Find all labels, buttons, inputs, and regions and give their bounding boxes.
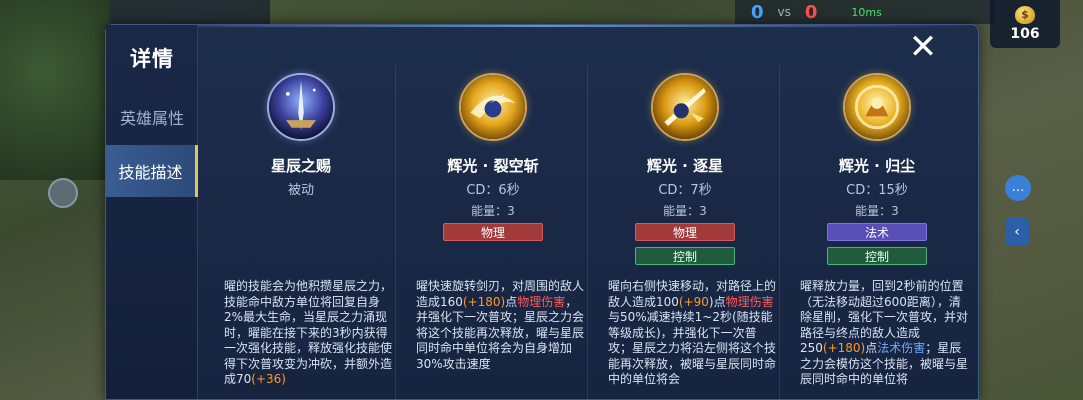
skill-description: 曜向右侧快速移动，对路径上的敌人造成100(+90)点物理伤害与50%减速持续1… xyxy=(608,279,776,388)
skill-name: 辉光 · 归尘 xyxy=(838,157,916,175)
desc-text: )点 xyxy=(708,294,726,309)
tag-physical: 物理 xyxy=(635,223,735,241)
ping-indicator: 10ms xyxy=(851,5,882,19)
skill-energy: 能量：3 xyxy=(663,204,707,218)
score-bar: 0 vs 0 10ms xyxy=(735,0,995,24)
skill-subtitle: 被动 xyxy=(287,183,314,198)
skill-cooldown: CD：15秒 xyxy=(846,183,908,198)
desc-bonus-value: (+180) xyxy=(462,294,506,309)
desc-text: 点 xyxy=(865,341,878,355)
skill-3-icon[interactable] xyxy=(843,73,911,141)
panel-title: 详情 xyxy=(130,47,174,71)
shield-icon[interactable] xyxy=(48,178,78,208)
desc-damage-type: 物理伤害 xyxy=(725,294,774,309)
skill-2-icon[interactable] xyxy=(651,73,719,141)
gold-counter[interactable]: $ 106 xyxy=(990,0,1060,48)
skill-name: 辉光 · 逐星 xyxy=(646,157,724,175)
skill-card-passive: 星辰之赐 被动 曜的技能会为他积攒星辰之力，技能命中敌方单位将回复自身2%最大生… xyxy=(206,65,396,400)
gold-bag-icon: $ xyxy=(1015,6,1035,24)
skill-list: 星辰之赐 被动 曜的技能会为他积攒星辰之力，技能命中敌方单位将回复自身2%最大生… xyxy=(206,65,976,400)
skill-description: 曜快速旋转剑刃，对周围的敌人造成160(+180)点物理伤害，并强化下一次普攻；… xyxy=(416,279,584,372)
skill-1-icon[interactable] xyxy=(459,73,527,141)
score-red: 0 xyxy=(804,1,818,23)
hero-detail-panel: 详情 英雄属性 技能描述 ✕ 星辰之赐 被动 曜的技能会为他积攒星辰之力，技能命… xyxy=(105,24,979,400)
score-blue: 0 xyxy=(751,1,764,23)
tag-control: 控制 xyxy=(635,247,735,265)
skill-energy: 能量：3 xyxy=(855,204,899,218)
skill-name: 辉光 · 裂空斩 xyxy=(447,157,539,175)
desc-text: 曜的技能会为他积攒星辰之力，技能命中敌方单位将回复自身2%最大生命，当星辰之力涌… xyxy=(224,279,393,386)
tag-physical: 物理 xyxy=(443,223,543,241)
detail-sidebar: 详情 英雄属性 技能描述 xyxy=(106,25,198,399)
tab-skill-description[interactable]: 技能描述 xyxy=(106,145,198,197)
skill-name: 星辰之赐 xyxy=(270,157,331,175)
desc-bonus-value: (+90 xyxy=(678,294,709,309)
skill-card-1: 辉光 · 裂空斩 CD：6秒 能量：3 物理 曜快速旋转剑刃，对周围的敌人造成1… xyxy=(398,65,588,400)
tab-hero-attributes[interactable]: 英雄属性 xyxy=(106,91,198,143)
desc-bonus-value: (+180) xyxy=(822,341,866,355)
minimap[interactable] xyxy=(0,0,110,180)
chat-icon[interactable]: … xyxy=(1005,175,1031,201)
desc-text: 与50%减速持续1~2秒(随技能等级成长)，并强化下一次普攻；星辰之力将沿左侧将… xyxy=(608,310,777,386)
tag-control: 控制 xyxy=(827,247,927,265)
desc-bonus-value: (+36) xyxy=(251,372,286,386)
score-vs: vs xyxy=(777,5,791,19)
skill-card-2: 辉光 · 逐星 CD：7秒 能量：3 物理 控制 曜向右侧快速移动，对路径上的敌… xyxy=(590,65,780,400)
desc-damage-type: 法术伤害 xyxy=(877,341,926,355)
gold-value: 106 xyxy=(1010,26,1040,42)
desc-text: 点 xyxy=(505,294,518,309)
expand-arrow-icon[interactable]: ‹ xyxy=(1005,218,1029,246)
skill-cooldown: CD：7秒 xyxy=(658,183,712,198)
skill-energy: 能量：3 xyxy=(471,204,515,218)
panel-top-divider xyxy=(106,25,978,27)
skill-description: 曜释放力量，回到2秒前的位置（无法移动超过600距离），清除星削，强化下一次普攻… xyxy=(800,279,968,388)
skill-passive-icon[interactable] xyxy=(267,73,335,141)
close-button[interactable]: ✕ xyxy=(899,27,947,67)
skill-description: 曜的技能会为他积攒星辰之力，技能命中敌方单位将回复自身2%最大生命，当星辰之力涌… xyxy=(224,279,392,388)
desc-damage-type: 物理伤害 xyxy=(517,294,566,309)
tag-magic: 法术 xyxy=(827,223,927,241)
skill-card-3: 辉光 · 归尘 CD：15秒 能量：3 法术 控制 曜释放力量，回到2秒前的位置… xyxy=(782,65,972,400)
skill-cooldown: CD：6秒 xyxy=(466,183,520,198)
